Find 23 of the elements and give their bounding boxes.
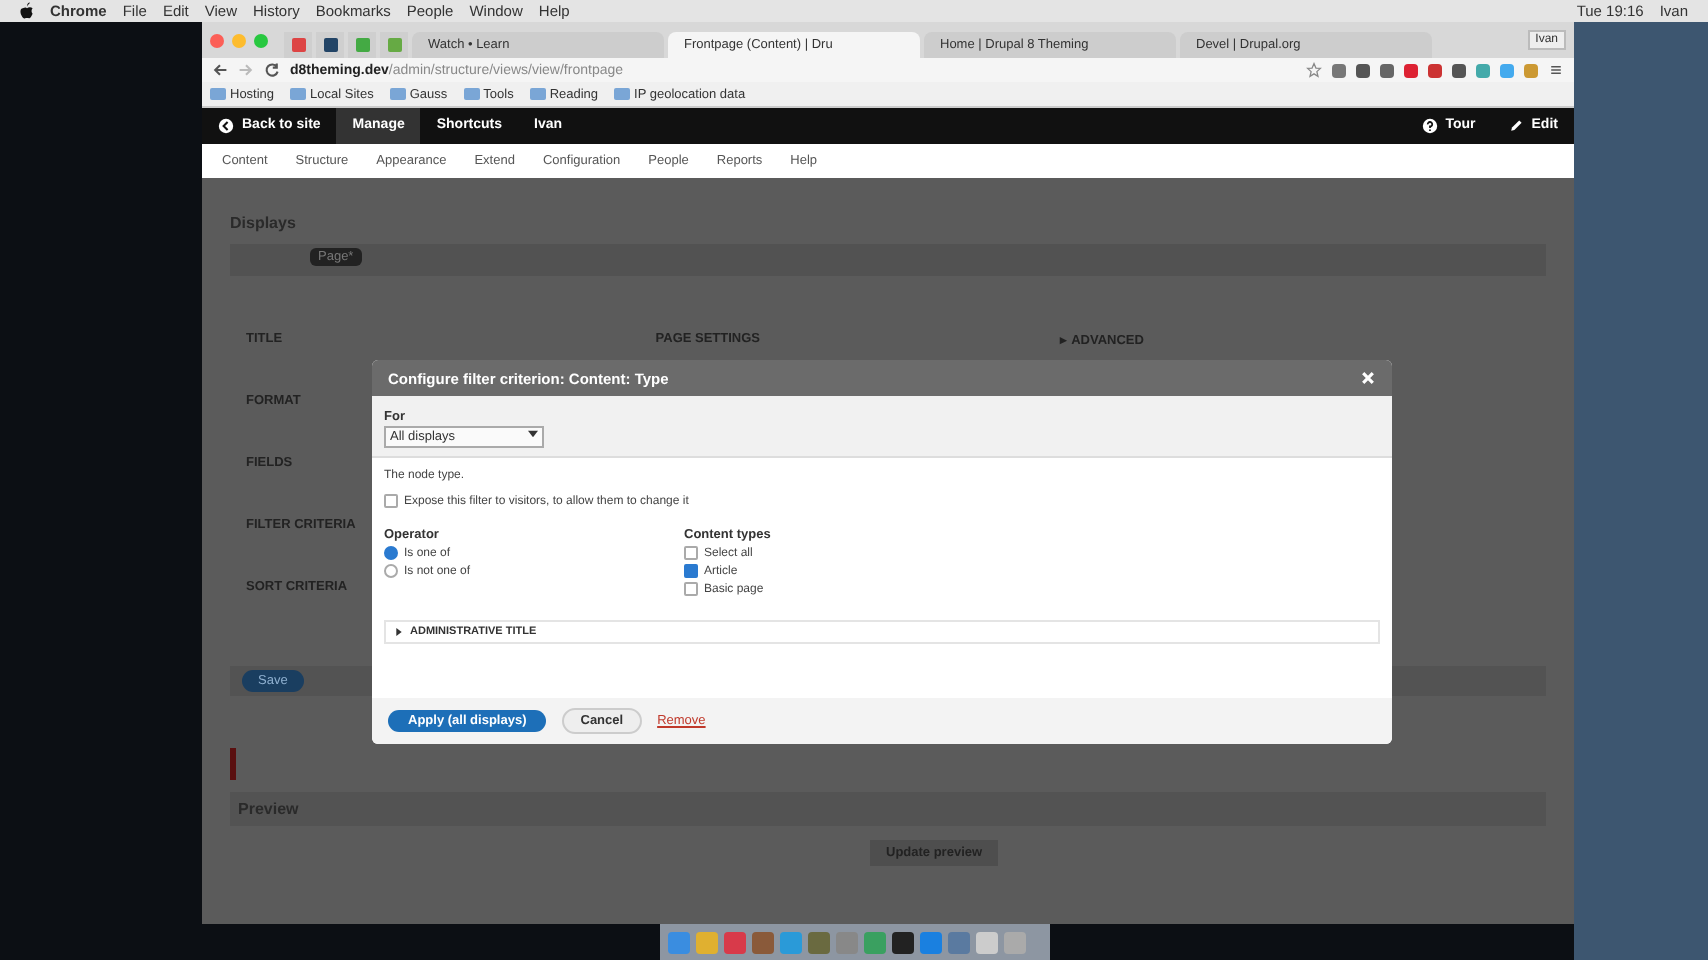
checkbox[interactable] bbox=[384, 494, 398, 508]
forward-icon[interactable] bbox=[238, 62, 254, 78]
back-arrow-icon bbox=[218, 118, 234, 134]
radio-button[interactable] bbox=[384, 564, 398, 578]
reload-icon[interactable] bbox=[264, 62, 280, 78]
menu-icon[interactable] bbox=[1548, 62, 1564, 78]
radio-button[interactable] bbox=[384, 546, 398, 560]
checkbox[interactable] bbox=[684, 564, 698, 578]
bookmark-star-icon[interactable] bbox=[1306, 62, 1322, 78]
checkbox[interactable] bbox=[684, 582, 698, 596]
apple-logo-icon[interactable] bbox=[20, 2, 34, 20]
pinned-tab[interactable] bbox=[316, 32, 344, 58]
back-icon[interactable] bbox=[212, 62, 228, 78]
triangle-icon bbox=[394, 628, 404, 636]
checkbox[interactable] bbox=[684, 546, 698, 560]
minimize-icon[interactable] bbox=[232, 33, 246, 47]
pencil-icon bbox=[1507, 118, 1524, 134]
help-icon bbox=[1421, 118, 1438, 134]
close-icon[interactable] bbox=[210, 33, 224, 47]
app-icon[interactable] bbox=[892, 931, 914, 953]
caret-icon bbox=[528, 430, 538, 438]
maximize-icon[interactable] bbox=[254, 33, 268, 47]
close-icon[interactable] bbox=[1360, 370, 1376, 386]
